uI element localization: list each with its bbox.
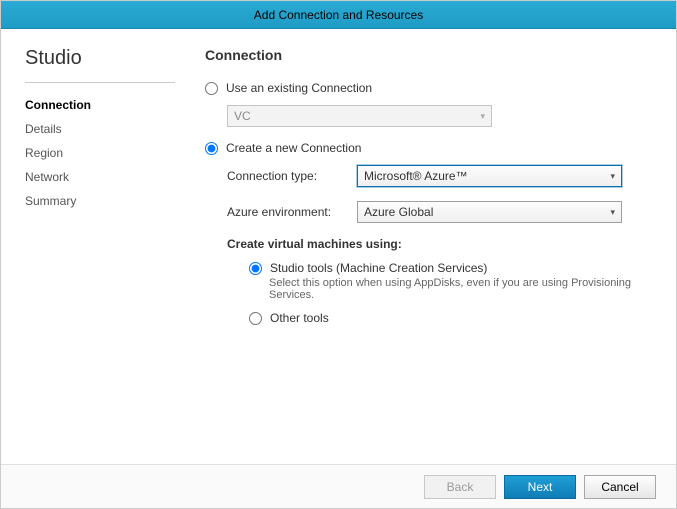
chevron-down-icon: ▾ (610, 171, 615, 182)
radio-create-input[interactable] (205, 142, 218, 155)
connection-type-select[interactable]: Microsoft® Azure™ ▾ (357, 165, 622, 187)
studio-tools-description: Select this option when using AppDisks, … (269, 277, 652, 301)
content-area: Studio Connection Details Region Network… (1, 29, 676, 464)
azure-env-value: Azure Global (364, 205, 433, 219)
page-title: Connection (205, 47, 652, 63)
main-panel: Connection Use an existing Connection VC… (175, 47, 652, 464)
sidebar-divider (25, 82, 175, 83)
radio-studio-tools[interactable]: Studio tools (Machine Creation Services) (249, 261, 652, 275)
radio-studio-tools-label: Studio tools (Machine Creation Services) (270, 261, 487, 275)
radio-create-label: Create a new Connection (226, 141, 361, 155)
radio-existing-label: Use an existing Connection (226, 81, 372, 95)
chevron-down-icon: ▾ (610, 207, 615, 218)
radio-studio-tools-input[interactable] (249, 262, 262, 275)
radio-existing-input[interactable] (205, 82, 218, 95)
chevron-down-icon: ▾ (480, 111, 485, 122)
radio-other-tools-label: Other tools (270, 311, 329, 325)
brand-title: Studio (25, 47, 175, 70)
existing-connection-value: VC (234, 109, 251, 123)
radio-other-tools[interactable]: Other tools (249, 311, 652, 325)
connection-type-value: Microsoft® Azure™ (364, 169, 468, 183)
cancel-button[interactable]: Cancel (584, 475, 656, 499)
wizard-footer: Back Next Cancel (1, 464, 676, 508)
back-button: Back (424, 475, 496, 499)
radio-other-tools-input[interactable] (249, 312, 262, 325)
vm-subheading: Create virtual machines using: (227, 237, 652, 251)
azure-env-label: Azure environment: (227, 205, 357, 219)
radio-create-connection[interactable]: Create a new Connection (205, 141, 652, 155)
existing-connection-select: VC ▾ (227, 105, 492, 127)
radio-existing-connection[interactable]: Use an existing Connection (205, 81, 652, 95)
sidebar-item-details[interactable]: Details (25, 117, 175, 141)
sidebar-item-connection[interactable]: Connection (25, 93, 175, 117)
next-button[interactable]: Next (504, 475, 576, 499)
wizard-sidebar: Studio Connection Details Region Network… (25, 47, 175, 464)
azure-env-select[interactable]: Azure Global ▾ (357, 201, 622, 223)
sidebar-item-network[interactable]: Network (25, 165, 175, 189)
window-titlebar: Add Connection and Resources (1, 1, 676, 29)
window-title: Add Connection and Resources (254, 8, 423, 22)
sidebar-item-summary[interactable]: Summary (25, 189, 175, 213)
sidebar-item-region[interactable]: Region (25, 141, 175, 165)
connection-type-label: Connection type: (227, 169, 357, 183)
